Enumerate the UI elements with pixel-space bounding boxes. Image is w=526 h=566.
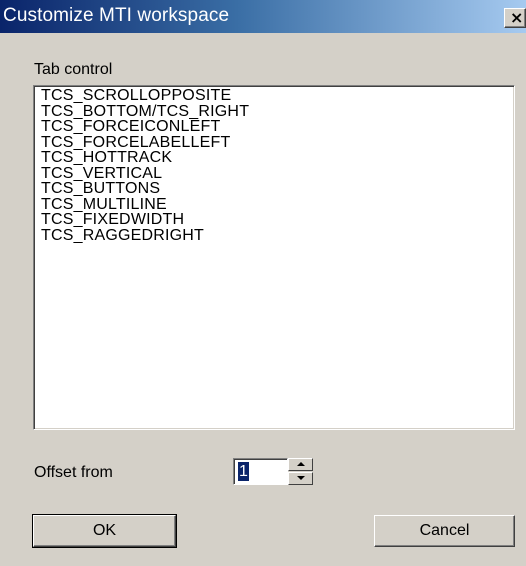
list-item[interactable]: TCS_RAGGEDRIGHT: [41, 227, 514, 244]
spin-down-icon: [297, 476, 305, 480]
list-item[interactable]: TCS_VERTICAL: [41, 165, 514, 182]
list-item[interactable]: TCS_SCROLLOPPOSITE: [41, 88, 514, 104]
offset-input[interactable]: 1: [233, 458, 288, 485]
offset-spinner: [288, 458, 313, 485]
ok-button[interactable]: OK: [32, 514, 177, 548]
tab-control-list: TCS_SCROLLOPPOSITE TCS_BOTTOM/TCS_RIGHT TC…: [34, 86, 514, 243]
list-item[interactable]: TCS_HOTTRACK: [41, 150, 514, 166]
list-item[interactable]: TCS_FORCELABELLEFT: [41, 134, 514, 151]
spin-up-icon: [297, 462, 305, 466]
close-icon: ×: [510, 8, 524, 27]
list-item[interactable]: TCS_FORCEICONLEFT: [41, 119, 514, 135]
list-item[interactable]: TCS_BUTTONS: [41, 181, 514, 197]
list-item[interactable]: TCS_MULTILINE: [41, 196, 514, 213]
spin-down-button[interactable]: [288, 472, 313, 485]
cancel-button[interactable]: Cancel: [374, 515, 515, 547]
spin-up-button[interactable]: [288, 458, 313, 471]
title-bar[interactable]: Customize MTI workspace ×: [0, 0, 526, 33]
list-item[interactable]: TCS_BOTTOM/TCS_RIGHT: [41, 103, 514, 120]
window-title: Customize MTI workspace: [3, 5, 230, 26]
customize-dialog: Customize MTI workspace × Tab control TC…: [0, 0, 526, 566]
tab-control-label: Tab control: [34, 61, 113, 78]
list-item[interactable]: TCS_FIXEDWIDTH: [41, 212, 514, 228]
offset-value[interactable]: 1: [238, 462, 249, 481]
tab-control-listbox[interactable]: TCS_SCROLLOPPOSITE TCS_BOTTOM/TCS_RIGHT TC…: [33, 85, 515, 430]
offset-from-label: Offset from: [34, 464, 113, 481]
close-button[interactable]: ×: [504, 8, 526, 28]
